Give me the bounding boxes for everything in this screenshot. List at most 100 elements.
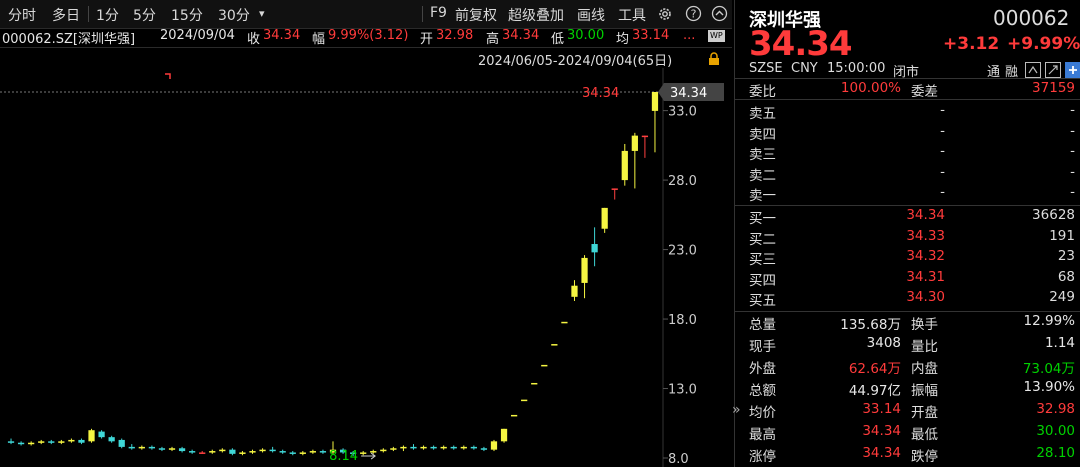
tab-1min[interactable]: 1分 — [96, 5, 119, 25]
candle-body[interactable] — [68, 439, 75, 442]
collapse-toggle[interactable]: » — [732, 402, 741, 418]
candle-body[interactable] — [631, 135, 638, 151]
candle-body[interactable] — [178, 448, 186, 452]
candle-body[interactable] — [229, 449, 236, 454]
candle-body[interactable] — [249, 451, 256, 453]
candle-body[interactable] — [601, 207, 608, 229]
candle-body[interactable] — [430, 446, 437, 449]
candle-body[interactable] — [480, 448, 488, 450]
candle-body[interactable] — [450, 446, 457, 449]
candle-body[interactable] — [370, 451, 377, 453]
candle-body[interactable] — [199, 452, 206, 454]
candle-body[interactable] — [440, 446, 447, 449]
adjust-button[interactable]: 前复权 — [455, 5, 497, 25]
candle-body[interactable] — [490, 441, 498, 450]
stat-label: 开盘 — [911, 405, 938, 421]
stat-row: 总量 135.68万 换手 12.99% — [749, 313, 1075, 333]
ask-row[interactable]: 卖五 - - — [749, 102, 1075, 122]
candle-body[interactable] — [98, 431, 105, 438]
gear-icon[interactable] — [657, 6, 673, 22]
candle-body[interactable] — [148, 446, 156, 449]
ask-row[interactable]: 卖三 - - — [749, 143, 1075, 163]
stat-value: 28.10 — [1036, 445, 1075, 461]
f9-button[interactable]: F9 — [430, 5, 447, 21]
tools-button[interactable]: 工具 — [618, 5, 646, 25]
candle-body[interactable] — [189, 451, 196, 453]
candle-body[interactable] — [470, 446, 477, 449]
ask-row[interactable]: 卖二 - - — [749, 164, 1075, 184]
draw-line-button[interactable]: 画线 — [577, 5, 605, 25]
candle-body[interactable] — [7, 441, 15, 443]
candle-body[interactable] — [460, 446, 467, 449]
bid-row[interactable]: 买四 34.31 68 — [749, 269, 1075, 289]
candle-body[interactable] — [571, 285, 578, 297]
more-ellipsis[interactable]: ... — [683, 28, 695, 43]
candle-body[interactable] — [521, 399, 528, 402]
candle-body[interactable] — [118, 439, 125, 447]
candle-body[interactable] — [531, 382, 538, 385]
candle-body[interactable] — [38, 441, 45, 443]
lock-icon[interactable] — [707, 52, 721, 66]
candle-body[interactable] — [360, 452, 367, 454]
candle-body[interactable] — [611, 188, 618, 190]
candle-body[interactable] — [581, 257, 588, 283]
bid-row[interactable]: 买三 34.32 23 — [749, 248, 1075, 268]
tab-30min[interactable]: 30分 — [218, 5, 250, 25]
period-dropdown-icon[interactable]: ▾ — [259, 7, 265, 20]
candle-body[interactable] — [48, 441, 55, 443]
overlay-button[interactable]: 超级叠加 — [508, 5, 564, 25]
candle-body[interactable] — [259, 449, 266, 452]
candle-body[interactable] — [17, 442, 25, 445]
candle-body[interactable] — [309, 451, 316, 453]
tab-multi-day[interactable]: 多日 — [52, 5, 80, 25]
candle-body[interactable] — [158, 448, 166, 450]
candle-body[interactable] — [88, 430, 95, 442]
ask-row[interactable]: 卖四 - - — [749, 123, 1075, 143]
bid-row[interactable]: 买一 34.34 36628 — [749, 207, 1075, 227]
stat-value: 12.99% — [1023, 313, 1075, 329]
candle-body[interactable] — [299, 452, 306, 454]
tab-15min[interactable]: 15分 — [171, 5, 203, 25]
help-icon[interactable]: ? — [685, 5, 702, 22]
candle-body[interactable] — [108, 437, 115, 442]
candle-body[interactable] — [591, 244, 598, 253]
candle-body[interactable] — [651, 92, 659, 111]
stat-value: 62.64万 — [848, 361, 901, 377]
candlestick-chart[interactable]: 33.0 28.0 23.0 18.0 13.0 8.0 34.34 34.34 8.14 — [0, 68, 732, 467]
expand-icon[interactable] — [1045, 62, 1061, 78]
candle-body[interactable] — [400, 446, 407, 449]
candle-body[interactable] — [641, 135, 649, 138]
candle-body[interactable] — [209, 451, 216, 453]
candle-body[interactable] — [551, 344, 558, 346]
candle-body[interactable] — [168, 448, 176, 450]
candle-body[interactable] — [410, 446, 417, 449]
candle-body[interactable] — [58, 441, 65, 443]
candle-body[interactable] — [138, 446, 145, 449]
candle-body[interactable] — [269, 449, 276, 452]
candle-body[interactable] — [390, 448, 397, 450]
tab-5min[interactable]: 5分 — [133, 5, 156, 25]
candle-body[interactable] — [219, 449, 226, 452]
candle-body[interactable] — [500, 428, 508, 442]
candle-body[interactable] — [28, 442, 35, 445]
bid-row[interactable]: 买五 34.30 249 — [749, 289, 1075, 309]
candle-body[interactable] — [279, 451, 286, 453]
wp-badge[interactable]: WP — [708, 30, 725, 42]
candle-body[interactable] — [380, 449, 387, 452]
candle-body[interactable] — [319, 451, 327, 453]
ask-row[interactable]: 卖一 - - — [749, 184, 1075, 204]
add-icon[interactable] — [1065, 62, 1080, 78]
candle-body[interactable] — [239, 452, 246, 454]
bid-row[interactable]: 买二 34.33 191 — [749, 228, 1075, 248]
chart-mode-icon[interactable] — [1025, 62, 1041, 78]
candle-body[interactable] — [128, 446, 135, 449]
tab-intraday[interactable]: 分时 — [8, 5, 36, 25]
candle-body[interactable] — [541, 364, 548, 367]
candle-body[interactable] — [78, 439, 85, 443]
candle-body[interactable] — [510, 414, 518, 417]
candle-body[interactable] — [420, 446, 427, 449]
candle-body[interactable] — [621, 150, 628, 181]
collapse-panel-icon[interactable] — [711, 5, 728, 22]
candle-body[interactable] — [561, 321, 568, 324]
candle-body[interactable] — [289, 452, 296, 454]
